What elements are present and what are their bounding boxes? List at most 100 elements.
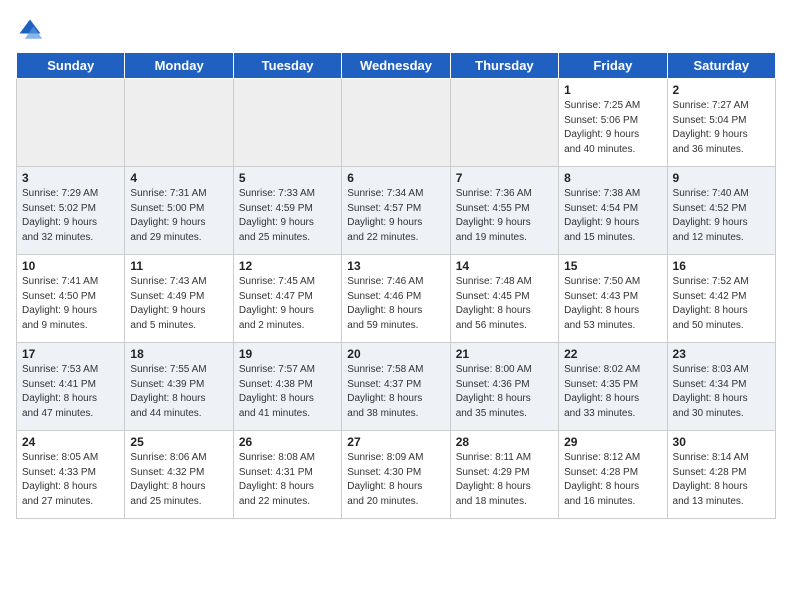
- day-number: 22: [564, 347, 661, 361]
- day-number: 8: [564, 171, 661, 185]
- calendar-cell: 1 Sunrise: 7:25 AM Sunset: 5:06 PM Daylig…: [559, 79, 667, 167]
- weekday-header-saturday: Saturday: [667, 53, 775, 79]
- day-info: Sunrise: 7:25 AM Sunset: 5:06 PM Dayligh…: [564, 99, 661, 157]
- day-info: Sunrise: 7:40 AM Sunset: 4:52 PM Dayligh…: [673, 187, 770, 245]
- day-info: Sunrise: 8:12 AM Sunset: 4:28 PM Dayligh…: [564, 451, 661, 509]
- calendar-cell: 27 Sunrise: 8:09 AM Sunset: 4:30 PM Dayli…: [342, 431, 450, 519]
- day-number: 24: [22, 435, 119, 449]
- calendar-cell: 6Sunrise: 7:34 AM Sunset: 4:57 PM Daylig…: [342, 167, 450, 255]
- calendar-cell: [342, 79, 450, 167]
- calendar-cell: 13 Sunrise: 7:46 AM Sunset: 4:46 PM Dayli…: [342, 255, 450, 343]
- logo-icon: [16, 16, 44, 44]
- day-info: Sunrise: 7:48 AM Sunset: 4:45 PM Dayligh…: [456, 275, 553, 333]
- day-info: Sunrise: 8:14 AM Sunset: 4:28 PM Dayligh…: [673, 451, 770, 509]
- calendar-cell: [125, 79, 233, 167]
- day-info: Sunrise: 7:27 AM Sunset: 5:04 PM Dayligh…: [673, 99, 770, 157]
- calendar-cell: 5 Sunrise: 7:33 AM Sunset: 4:59 PM Daylig…: [233, 167, 341, 255]
- calendar-cell: 18Sunrise: 7:55 AM Sunset: 4:39 PM Dayli…: [125, 343, 233, 431]
- calendar-table: SundayMondayTuesdayWednesdayThursdayFrid…: [16, 52, 776, 519]
- day-number: 21: [456, 347, 553, 361]
- day-info: Sunrise: 7:55 AM Sunset: 4:39 PM Dayligh…: [130, 363, 227, 421]
- weekday-header-tuesday: Tuesday: [233, 53, 341, 79]
- day-info: Sunrise: 7:36 AM Sunset: 4:55 PM Dayligh…: [456, 187, 553, 245]
- week-row-3: 10 Sunrise: 7:41 AM Sunset: 4:50 PM Dayli…: [17, 255, 776, 343]
- day-info: Sunrise: 7:31 AM Sunset: 5:00 PM Dayligh…: [130, 187, 227, 245]
- day-number: 19: [239, 347, 336, 361]
- day-info: Sunrise: 8:00 AM Sunset: 4:36 PM Dayligh…: [456, 363, 553, 421]
- day-number: 15: [564, 259, 661, 273]
- calendar-cell: 22 Sunrise: 8:02 AM Sunset: 4:35 PM Dayli…: [559, 343, 667, 431]
- day-info: Sunrise: 8:03 AM Sunset: 4:34 PM Dayligh…: [673, 363, 770, 421]
- day-number: 29: [564, 435, 661, 449]
- weekday-header-wednesday: Wednesday: [342, 53, 450, 79]
- weekday-header-friday: Friday: [559, 53, 667, 79]
- calendar-cell: 7 Sunrise: 7:36 AM Sunset: 4:55 PM Daylig…: [450, 167, 558, 255]
- day-info: Sunrise: 7:52 AM Sunset: 4:42 PM Dayligh…: [673, 275, 770, 333]
- day-info: Sunrise: 7:41 AM Sunset: 4:50 PM Dayligh…: [22, 275, 119, 333]
- calendar-cell: [450, 79, 558, 167]
- calendar-cell: 15Sunrise: 7:50 AM Sunset: 4:43 PM Dayli…: [559, 255, 667, 343]
- day-number: 26: [239, 435, 336, 449]
- weekday-header-thursday: Thursday: [450, 53, 558, 79]
- day-number: 10: [22, 259, 119, 273]
- calendar-cell: 30 Sunrise: 8:14 AM Sunset: 4:28 PM Dayli…: [667, 431, 775, 519]
- day-info: Sunrise: 8:08 AM Sunset: 4:31 PM Dayligh…: [239, 451, 336, 509]
- day-number: 4: [130, 171, 227, 185]
- week-row-5: 24 Sunrise: 8:05 AM Sunset: 4:33 PM Dayli…: [17, 431, 776, 519]
- calendar-cell: 8 Sunrise: 7:38 AM Sunset: 4:54 PM Daylig…: [559, 167, 667, 255]
- calendar-cell: [17, 79, 125, 167]
- calendar-cell: 2Sunrise: 7:27 AM Sunset: 5:04 PM Daylig…: [667, 79, 775, 167]
- week-row-2: 3Sunrise: 7:29 AM Sunset: 5:02 PM Daylig…: [17, 167, 776, 255]
- day-info: Sunrise: 7:58 AM Sunset: 4:37 PM Dayligh…: [347, 363, 444, 421]
- calendar-cell: 21 Sunrise: 8:00 AM Sunset: 4:36 PM Dayli…: [450, 343, 558, 431]
- day-number: 16: [673, 259, 770, 273]
- day-info: Sunrise: 8:05 AM Sunset: 4:33 PM Dayligh…: [22, 451, 119, 509]
- day-info: Sunrise: 7:33 AM Sunset: 4:59 PM Dayligh…: [239, 187, 336, 245]
- day-number: 30: [673, 435, 770, 449]
- day-info: Sunrise: 7:46 AM Sunset: 4:46 PM Dayligh…: [347, 275, 444, 333]
- calendar-cell: 25Sunrise: 8:06 AM Sunset: 4:32 PM Dayli…: [125, 431, 233, 519]
- day-number: 1: [564, 83, 661, 97]
- calendar-cell: 26 Sunrise: 8:08 AM Sunset: 4:31 PM Dayli…: [233, 431, 341, 519]
- day-info: Sunrise: 8:09 AM Sunset: 4:30 PM Dayligh…: [347, 451, 444, 509]
- calendar-cell: 14 Sunrise: 7:48 AM Sunset: 4:45 PM Dayli…: [450, 255, 558, 343]
- day-info: Sunrise: 8:06 AM Sunset: 4:32 PM Dayligh…: [130, 451, 227, 509]
- calendar-cell: 20 Sunrise: 7:58 AM Sunset: 4:37 PM Dayli…: [342, 343, 450, 431]
- calendar-cell: 4 Sunrise: 7:31 AM Sunset: 5:00 PM Daylig…: [125, 167, 233, 255]
- day-number: 11: [130, 259, 227, 273]
- week-row-4: 17Sunrise: 7:53 AM Sunset: 4:41 PM Dayli…: [17, 343, 776, 431]
- calendar-cell: 24 Sunrise: 8:05 AM Sunset: 4:33 PM Dayli…: [17, 431, 125, 519]
- day-info: Sunrise: 7:45 AM Sunset: 4:47 PM Dayligh…: [239, 275, 336, 333]
- weekday-header-monday: Monday: [125, 53, 233, 79]
- calendar-cell: 10 Sunrise: 7:41 AM Sunset: 4:50 PM Dayli…: [17, 255, 125, 343]
- day-number: 20: [347, 347, 444, 361]
- calendar-cell: 17Sunrise: 7:53 AM Sunset: 4:41 PM Dayli…: [17, 343, 125, 431]
- day-number: 14: [456, 259, 553, 273]
- day-number: 27: [347, 435, 444, 449]
- day-info: Sunrise: 8:11 AM Sunset: 4:29 PM Dayligh…: [456, 451, 553, 509]
- logo: [16, 16, 48, 44]
- day-number: 12: [239, 259, 336, 273]
- weekday-header-sunday: Sunday: [17, 53, 125, 79]
- day-info: Sunrise: 7:43 AM Sunset: 4:49 PM Dayligh…: [130, 275, 227, 333]
- day-number: 28: [456, 435, 553, 449]
- calendar-cell: 28 Sunrise: 8:11 AM Sunset: 4:29 PM Dayli…: [450, 431, 558, 519]
- calendar-cell: [233, 79, 341, 167]
- day-info: Sunrise: 8:02 AM Sunset: 4:35 PM Dayligh…: [564, 363, 661, 421]
- calendar-cell: 16 Sunrise: 7:52 AM Sunset: 4:42 PM Dayli…: [667, 255, 775, 343]
- day-number: 6: [347, 171, 444, 185]
- day-number: 13: [347, 259, 444, 273]
- day-number: 5: [239, 171, 336, 185]
- day-number: 17: [22, 347, 119, 361]
- calendar-cell: 23 Sunrise: 8:03 AM Sunset: 4:34 PM Dayli…: [667, 343, 775, 431]
- day-number: 23: [673, 347, 770, 361]
- calendar-cell: 19Sunrise: 7:57 AM Sunset: 4:38 PM Dayli…: [233, 343, 341, 431]
- day-info: Sunrise: 7:38 AM Sunset: 4:54 PM Dayligh…: [564, 187, 661, 245]
- week-row-1: 1 Sunrise: 7:25 AM Sunset: 5:06 PM Daylig…: [17, 79, 776, 167]
- weekday-header-row: SundayMondayTuesdayWednesdayThursdayFrid…: [17, 53, 776, 79]
- day-number: 7: [456, 171, 553, 185]
- page-header: [16, 16, 776, 44]
- calendar-cell: 9Sunrise: 7:40 AM Sunset: 4:52 PM Daylig…: [667, 167, 775, 255]
- calendar-cell: 3Sunrise: 7:29 AM Sunset: 5:02 PM Daylig…: [17, 167, 125, 255]
- calendar-cell: 29 Sunrise: 8:12 AM Sunset: 4:28 PM Dayli…: [559, 431, 667, 519]
